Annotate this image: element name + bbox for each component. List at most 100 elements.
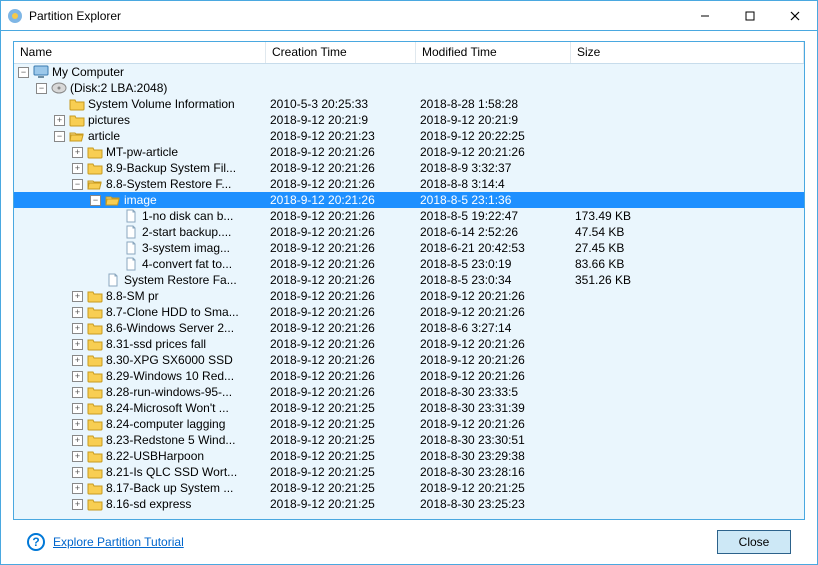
file-icon [123,241,139,255]
column-headers: Name Creation Time Modified Time Size [14,42,804,64]
folder-icon [87,321,103,335]
tree-row[interactable]: +8.31-ssd prices fall2018-9-12 20:21:262… [14,336,804,352]
tree-row[interactable]: +8.8-SM pr2018-9-12 20:21:262018-9-12 20… [14,288,804,304]
row-name: 8.17-Back up System ... [106,480,233,496]
row-name: 8.8-System Restore F... [106,176,231,192]
expand-toggle[interactable]: + [54,115,65,126]
row-size [571,448,804,464]
row-name: 8.23-Redstone 5 Wind... [106,432,235,448]
tree-row[interactable]: +pictures2018-9-12 20:21:92018-9-12 20:2… [14,112,804,128]
row-size: 47.54 KB [571,224,804,240]
expand-toggle[interactable]: + [72,323,83,334]
file-icon [123,209,139,223]
row-size [571,128,804,144]
close-window-button[interactable] [772,1,817,30]
expand-toggle[interactable]: + [72,147,83,158]
tree-row[interactable]: +8.7-Clone HDD to Sma...2018-9-12 20:21:… [14,304,804,320]
tree-row[interactable]: +8.23-Redstone 5 Wind...2018-9-12 20:21:… [14,432,804,448]
column-header-created[interactable]: Creation Time [266,42,416,63]
row-name: 8.16-sd express [106,496,191,512]
minimize-button[interactable] [682,1,727,30]
tree-row[interactable]: +8.16-sd express2018-9-12 20:21:252018-8… [14,496,804,512]
tree-row[interactable]: +8.22-USBHarpoon2018-9-12 20:21:252018-8… [14,448,804,464]
disk-icon [51,81,67,95]
tree-row[interactable]: −(Disk:2 LBA:2048) [14,80,804,96]
row-name: 8.24-computer lagging [106,416,225,432]
tree-body[interactable]: −My Computer−(Disk:2 LBA:2048)System Vol… [14,64,804,519]
row-name: 8.7-Clone HDD to Sma... [106,304,239,320]
row-created: 2018-9-12 20:21:26 [266,288,416,304]
row-created: 2018-9-12 20:21:25 [266,448,416,464]
tree-row[interactable]: +8.24-Microsoft Won't ...2018-9-12 20:21… [14,400,804,416]
expand-toggle[interactable]: + [72,339,83,350]
expand-toggle[interactable]: + [72,483,83,494]
column-header-modified[interactable]: Modified Time [416,42,571,63]
row-created: 2018-9-12 20:21:26 [266,240,416,256]
tree-row[interactable]: +8.24-computer lagging2018-9-12 20:21:25… [14,416,804,432]
expand-toggle[interactable]: + [72,371,83,382]
expand-toggle[interactable]: + [72,451,83,462]
row-size: 83.66 KB [571,256,804,272]
titlebar[interactable]: Partition Explorer [1,1,817,31]
row-size [571,64,804,80]
row-size [571,80,804,96]
tree-row[interactable]: 3-system imag...2018-9-12 20:21:262018-6… [14,240,804,256]
expand-toggle[interactable]: + [72,291,83,302]
tree-row[interactable]: 2-start backup....2018-9-12 20:21:262018… [14,224,804,240]
help-icon[interactable]: ? [27,533,45,551]
folder-open-sel-icon [105,193,121,207]
maximize-button[interactable] [727,1,772,30]
row-name: 4-convert fat to... [142,256,232,272]
row-name: 8.28-run-windows-95-... [106,384,232,400]
row-created: 2018-9-12 20:21:9 [266,112,416,128]
expand-toggle[interactable]: + [72,403,83,414]
expand-toggle[interactable]: + [72,163,83,174]
folder-icon [87,401,103,415]
column-header-size[interactable]: Size [571,42,804,63]
content-area: Name Creation Time Modified Time Size −M… [1,31,817,564]
tree-row[interactable]: −image2018-9-12 20:21:262018-8-5 23:1:36 [14,192,804,208]
folder-icon [87,449,103,463]
tree-row[interactable]: +8.28-run-windows-95-...2018-9-12 20:21:… [14,384,804,400]
expand-toggle[interactable]: + [72,307,83,318]
collapse-toggle[interactable]: − [54,131,65,142]
collapse-toggle[interactable]: − [90,195,101,206]
folder-open-icon [69,129,85,143]
tree-row[interactable]: 1-no disk can b...2018-9-12 20:21:262018… [14,208,804,224]
tree-row[interactable]: +MT-pw-article2018-9-12 20:21:262018-9-1… [14,144,804,160]
expand-toggle[interactable]: + [72,467,83,478]
tutorial-link[interactable]: Explore Partition Tutorial [53,535,184,549]
column-header-name[interactable]: Name [14,42,266,63]
expand-toggle[interactable]: + [72,355,83,366]
row-created: 2018-9-12 20:21:26 [266,320,416,336]
row-created: 2018-9-12 20:21:25 [266,464,416,480]
collapse-toggle[interactable]: − [18,67,29,78]
expand-toggle[interactable]: + [72,387,83,398]
row-created: 2018-9-12 20:21:26 [266,256,416,272]
row-created: 2018-9-12 20:21:25 [266,496,416,512]
tree-row[interactable]: +8.29-Windows 10 Red...2018-9-12 20:21:2… [14,368,804,384]
tree-row[interactable]: System Restore Fa...2018-9-12 20:21:2620… [14,272,804,288]
close-button[interactable]: Close [717,530,791,554]
tree-row[interactable]: +8.17-Back up System ...2018-9-12 20:21:… [14,480,804,496]
collapse-toggle[interactable]: − [72,179,83,190]
tree-row[interactable]: −8.8-System Restore F...2018-9-12 20:21:… [14,176,804,192]
row-name: 1-no disk can b... [142,208,233,224]
tree-row[interactable]: +8.9-Backup System Fil...2018-9-12 20:21… [14,160,804,176]
tree-row[interactable]: +8.30-XPG SX6000 SSD2018-9-12 20:21:2620… [14,352,804,368]
tree-row[interactable]: System Volume Information2010-5-3 20:25:… [14,96,804,112]
tree-row[interactable]: −article2018-9-12 20:21:232018-9-12 20:2… [14,128,804,144]
tree-row[interactable]: −My Computer [14,64,804,80]
tree-row[interactable]: +8.21-Is QLC SSD Wort...2018-9-12 20:21:… [14,464,804,480]
expand-toggle[interactable]: + [72,435,83,446]
expand-toggle[interactable]: + [72,499,83,510]
collapse-toggle[interactable]: − [36,83,47,94]
tree-row[interactable]: +8.6-Windows Server 2...2018-9-12 20:21:… [14,320,804,336]
folder-icon [87,305,103,319]
folder-icon [87,497,103,511]
row-name: 8.8-SM pr [106,288,159,304]
tree-row[interactable]: 4-convert fat to...2018-9-12 20:21:26201… [14,256,804,272]
folder-icon [87,161,103,175]
folder-icon [87,465,103,479]
expand-toggle[interactable]: + [72,419,83,430]
